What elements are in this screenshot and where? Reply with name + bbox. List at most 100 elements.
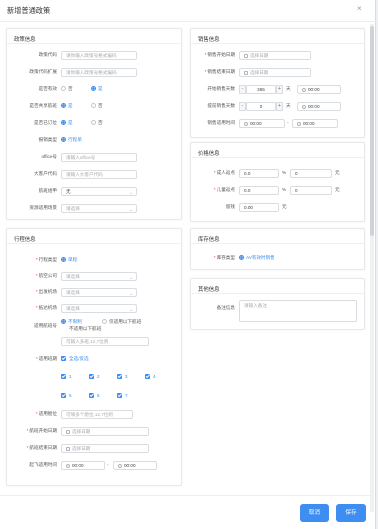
chevron-down-icon: ⌄ [129, 307, 133, 312]
open-days-label: 开始销售天数 [207, 86, 235, 91]
adult-label: *成人返点 [213, 170, 235, 175]
open-days-plus[interactable]: + [276, 85, 283, 94]
chevron-down-icon: ⌄ [129, 190, 133, 195]
fly-time-from[interactable]: 00:00 [61, 461, 105, 470]
fly-time-to[interactable]: 00:00 [113, 461, 157, 470]
cabin-label: *适用舱位 [35, 411, 57, 416]
stay-input[interactable]: 0.00 [239, 203, 279, 212]
day-checkbox[interactable]: 2 [89, 372, 100, 382]
fly-end-date[interactable]: 选择日期 [61, 444, 149, 453]
bigcust-label: 大客户代码 [34, 171, 57, 176]
policy-code-input[interactable]: 请你输入政策号格式编码 [61, 51, 137, 60]
dep-select[interactable]: 请选择 ⌄ [61, 288, 137, 297]
active-no-radio[interactable]: 否 [61, 84, 73, 94]
chevron-down-icon: ⌄ [129, 207, 133, 212]
open-days-minus[interactable]: - [239, 85, 246, 94]
time-to-input[interactable]: 00:00 [292, 119, 338, 128]
seat-yes-radio[interactable]: 是 [61, 118, 73, 128]
checkbox-checked-icon [117, 392, 122, 398]
select-all-checkbox[interactable]: 全选/反选 [61, 354, 89, 364]
remark-textarea[interactable]: 请输入备注 [239, 300, 357, 322]
yuan-unit: 元 [282, 204, 287, 209]
flight-input[interactable]: 可输入多班,12,7位则 [61, 337, 149, 346]
airline-label: *航空公司 [35, 273, 57, 278]
policy-code-ext-label: 政策代码扩展 [29, 69, 57, 74]
sales-start-label: *销售开始日期 [204, 52, 235, 57]
fly-start-date[interactable]: 选择日期 [61, 427, 149, 436]
adult-input[interactable]: 0.0 [239, 169, 279, 178]
resource-select[interactable]: 请选择 ⌄ [61, 204, 137, 213]
day-checkbox[interactable]: 7 [117, 391, 128, 401]
office-input[interactable]: 请输入office号 [61, 153, 137, 162]
trip-type-radio[interactable]: 单程 [61, 255, 77, 265]
airline-sel-select[interactable]: 无 ⌄ [61, 187, 137, 196]
dialog-header: 新增普通政策 × [0, 0, 376, 22]
calendar-icon [66, 446, 70, 451]
cancel-button[interactable]: 取消 [300, 504, 329, 522]
child-yuan-input[interactable]: 0 [290, 186, 332, 195]
ahead-time-input[interactable]: 00:00 [297, 102, 341, 111]
ahead-days-label: 提前销售天数 [207, 103, 235, 108]
scrollbar-thumb[interactable] [370, 26, 374, 236]
sales-start-date[interactable]: 选择日期 [239, 51, 311, 60]
report-label: 报销类型 [38, 137, 57, 142]
day-checkbox[interactable]: 3 [117, 372, 128, 382]
sales-end-label: *销售结束日期 [204, 69, 235, 74]
open-days-input[interactable]: 365 [246, 85, 276, 94]
active-yes-radio[interactable]: 是 [91, 84, 103, 94]
arr-select[interactable]: 请选择 ⌄ [61, 304, 137, 313]
stock-title: 库存信息 [198, 237, 220, 243]
radio-selected-icon [61, 136, 66, 142]
fly-time-label: 起飞适用时间 [29, 462, 57, 467]
clock-icon [302, 104, 306, 109]
airline-sel-label: 航班组申 [38, 188, 57, 193]
dep-label: *出发机场 [35, 289, 57, 294]
bigcust-input[interactable]: 请输入大客户代码 [61, 170, 137, 179]
day-checkbox[interactable]: 1 [61, 372, 72, 382]
flight-not-radio[interactable]: 不适用以下航班 [69, 324, 101, 334]
trip-type-label: *行程类型 [35, 257, 57, 262]
policy-title: 政策信息 [14, 37, 36, 43]
shared-no-radio[interactable]: 否 [91, 101, 103, 111]
sales-title: 销售信息 [198, 37, 220, 43]
seat-no-radio[interactable]: 否 [91, 118, 103, 128]
checkbox-checked-icon [89, 373, 94, 379]
adult-yuan-input[interactable]: 0 [290, 169, 332, 178]
open-time-input[interactable]: 00:00 [297, 85, 341, 94]
stock-type-label: *库存类型 [213, 255, 235, 260]
child-input[interactable]: 0.0 [239, 186, 279, 195]
chevron-down-icon: ⌄ [129, 275, 133, 280]
time-from-input[interactable]: 00:00 [239, 119, 285, 128]
report-radio[interactable]: 行程单 [61, 135, 82, 145]
airline-select[interactable]: 请选择 ⌄ [61, 272, 137, 281]
policy-code-ext-input[interactable]: 请你输入政策号格式编码 [61, 68, 137, 77]
radio-selected-icon [239, 254, 244, 260]
stay-label: 留钱 [225, 204, 235, 209]
save-button[interactable]: 保存 [336, 504, 366, 522]
clock-icon [244, 121, 248, 126]
percent-unit: % [282, 187, 287, 192]
clock-icon [302, 87, 306, 92]
day-unit: 天 [286, 86, 291, 91]
close-icon[interactable]: × [357, 4, 362, 13]
cabin-input[interactable]: 可填多个舱位,12,7位则 [61, 410, 133, 419]
ahead-days-plus[interactable]: + [276, 102, 283, 111]
radio-selected-icon [91, 85, 96, 91]
day-checkbox[interactable]: 5 [61, 391, 72, 401]
fly-start-label: *航班开始日期 [26, 428, 57, 433]
child-label: *儿童返点 [213, 187, 235, 192]
active-label: 是否有效 [38, 86, 57, 91]
day-checkbox[interactable]: 6 [89, 391, 100, 401]
calendar-icon [66, 429, 70, 434]
ahead-days-minus[interactable]: - [239, 102, 246, 111]
ahead-days-input[interactable]: 0 [246, 102, 276, 111]
stock-type-radio[interactable]: AV有效时销售 [239, 253, 275, 263]
flight-only-radio[interactable]: 仅适用以下航班 [102, 317, 141, 327]
fly-end-label: *航班结束日期 [26, 445, 57, 450]
radio-selected-icon [61, 119, 66, 125]
day-checkbox[interactable]: 4 [145, 372, 156, 382]
sales-panel: 销售信息 *销售开始日期 选择日期 *销售结束日期 选择日期 开始销售天数 - … [190, 28, 365, 138]
shared-yes-radio[interactable]: 是 [61, 101, 73, 111]
checkbox-checked-icon [61, 373, 66, 379]
sales-end-date[interactable]: 选择日期 [239, 68, 311, 77]
